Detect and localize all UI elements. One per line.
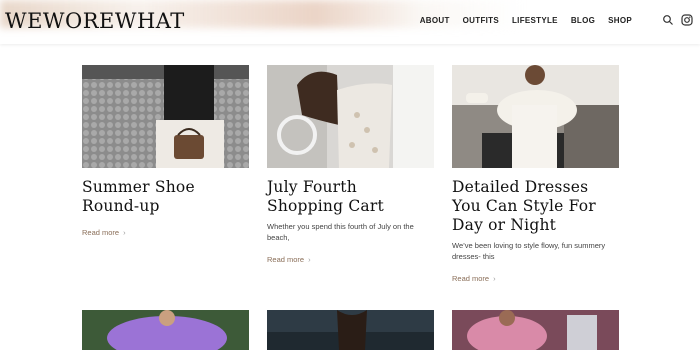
site-header: WEWOREWHAT ABOUT OUTFITS LIFESTYLE BLOG … [0,0,700,44]
post-image[interactable] [452,65,619,168]
nav-item-shop[interactable]: SHOP [608,16,632,25]
read-more-link[interactable]: Read more › [452,274,619,283]
post-image[interactable] [452,310,619,350]
site-logo[interactable]: WEWOREWHAT [5,9,185,33]
main-nav: ABOUT OUTFITS LIFESTYLE BLOG SHOP [420,16,632,25]
chevron-right-icon: › [123,228,126,237]
post-excerpt: We’ve been loving to style flowy, fun su… [452,241,606,261]
post-card: July Fourth Shopping Cart Whether you sp… [267,65,434,264]
post-card: Detailed Dresses You Can Style For Day o… [452,65,619,283]
post-image[interactable] [82,65,249,168]
post-title[interactable]: Detailed Dresses You Can Style For Day o… [452,178,619,235]
read-more-link[interactable]: Read more › [82,228,249,237]
post-card: Summer Shoe Round-up Read more › [82,65,249,237]
nav-item-lifestyle[interactable]: LIFESTYLE [512,16,558,25]
nav-item-outfits[interactable]: OUTFITS [463,16,499,25]
read-more-link[interactable]: Read more › [267,255,434,264]
post-excerpt: Whether you spend this fourth of July on… [267,222,414,242]
nav-item-about[interactable]: ABOUT [420,16,450,25]
instagram-icon[interactable] [681,14,693,26]
search-icon[interactable] [662,14,674,26]
post-image[interactable] [82,310,249,350]
post-title[interactable]: Summer Shoe Round-up [82,178,249,216]
post-image[interactable] [267,65,434,168]
nav-item-blog[interactable]: BLOG [571,16,595,25]
chevron-right-icon: › [308,255,311,264]
post-image[interactable] [267,310,434,350]
chevron-right-icon: › [493,274,496,283]
post-title[interactable]: July Fourth Shopping Cart [267,178,434,216]
